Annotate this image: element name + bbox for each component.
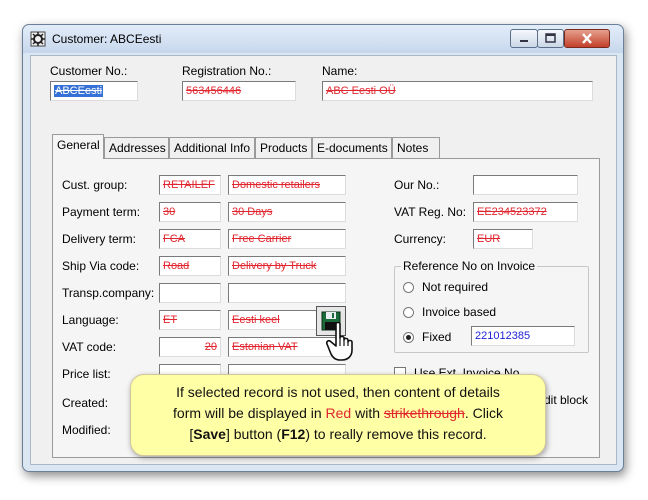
tooltip-f12-key: F12 [281,426,306,442]
transp-company-desc-field [228,283,346,303]
created-label: Created: [62,396,109,410]
tab-notes[interactable]: Notes [392,137,440,158]
radio-not-required-label: Not required [422,280,489,294]
language-code-field[interactable]: ET [159,310,221,330]
minimize-icon [520,40,528,42]
payment-term-label: Payment term: [62,205,141,219]
vat-code-label: VAT code: [62,340,117,354]
language-label: Language: [62,313,119,327]
customer-no-value: ABCEesti [54,85,104,97]
tab-addresses[interactable]: Addresses [104,137,169,158]
cust-group-desc-field: Domestic retailers [228,175,346,195]
radio-invoice-based-label: Invoice based [422,305,497,319]
hand-pointer-icon [326,321,353,361]
reference-no-group-title: Reference No on Invoice [401,259,538,273]
tooltip-save-word: Save [193,426,226,442]
close-icon [582,33,592,44]
radio-not-required[interactable] [403,282,414,293]
customer-no-label: Customer No.: [50,64,128,78]
reference-no-group: Reference No on Invoice Not required Inv… [394,259,589,353]
tooltip-callout: If selected record is not used, then con… [130,374,546,456]
ship-via-label: Ship Via code: [62,259,140,273]
tab-e-documents[interactable]: E-documents [312,137,392,158]
radio-fixed[interactable] [403,332,414,343]
tab-additional-info[interactable]: Additional Info [169,137,255,158]
title-bar[interactable]: Customer: ABCEesti [23,25,623,53]
tooltip-line-3: [Save] button (F12) to really remove thi… [189,426,487,442]
vat-reg-field[interactable]: EE234523372 [473,202,578,222]
tooltip-line-2: form will be displayed in Red with strik… [173,405,503,421]
radio-invoice-based[interactable] [403,307,414,318]
tooltip-red-word: Red [325,405,352,421]
currency-field[interactable]: EUR [473,229,533,249]
name-field[interactable]: ABC Eesti OÜ [322,81,593,101]
registration-no-field[interactable]: 563456446 [182,81,296,101]
delivery-term-desc-field: Free Carrier [228,229,346,249]
cust-group-label: Cust. group: [62,178,128,192]
payment-term-desc-field: 30 Days [228,202,346,222]
vat-code-code-field[interactable]: 20 [159,337,221,357]
fixed-reference-field[interactable]: 221012385 [471,326,575,346]
payment-term-code-field[interactable]: 30 [159,202,221,222]
modified-label: Modified: [62,423,111,437]
maximize-icon [545,33,556,43]
maximize-button[interactable] [537,29,564,48]
price-list-label: Price list: [62,367,111,381]
ship-via-desc-field: Delivery by Truck [228,256,346,276]
vat-reg-label: VAT Reg. No: [394,205,467,219]
cust-group-code-field[interactable]: RETAILEF [159,175,221,195]
minimize-button[interactable] [510,29,538,48]
credit-block-label: dit block [544,393,589,407]
registration-no-label: Registration No.: [182,64,272,78]
our-no-field[interactable] [473,175,578,195]
tab-general[interactable]: General [52,134,104,159]
delivery-term-label: Delivery term: [62,232,137,246]
transp-company-code-field[interactable] [159,283,221,303]
tab-products[interactable]: Products [255,137,312,158]
delivery-term-code-field[interactable]: FCA [159,229,221,249]
transp-company-label: Transp.company: [62,286,155,300]
customer-app-icon [30,31,46,47]
tooltip-strikethrough-word: strikethrough [383,405,465,421]
window-title: Customer: ABCEesti [52,32,162,46]
tooltip-line-1: If selected record is not used, then con… [176,384,500,400]
ship-via-code-field[interactable]: Road [159,256,221,276]
radio-fixed-label: Fixed [422,330,452,344]
close-button[interactable] [564,29,610,48]
customer-no-field[interactable]: ABCEesti [50,81,138,101]
our-no-label: Our No.: [394,178,440,192]
currency-label: Currency: [394,232,447,246]
name-label: Name: [322,64,358,78]
